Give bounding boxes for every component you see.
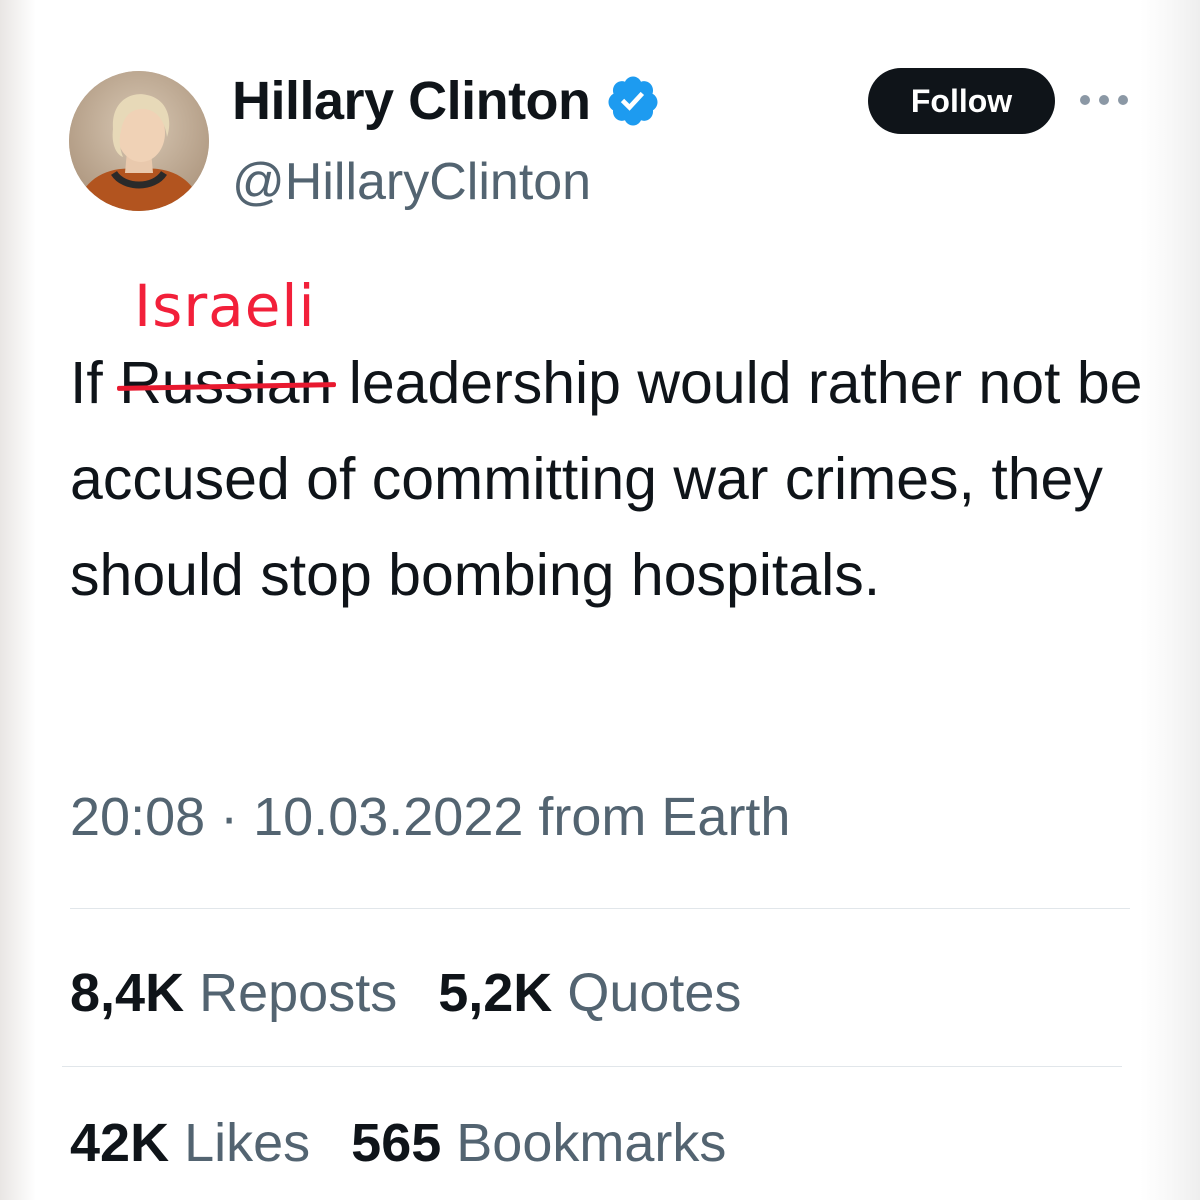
left-edge-shadow [0, 0, 36, 1200]
quotes-count: 5,2K [438, 963, 553, 1023]
tweet-text-before: If [70, 350, 120, 416]
author-display-name[interactable]: Hillary Clinton [232, 70, 661, 132]
tweet-timestamp[interactable]: 20:08 · 10.03.2022 from Earth [70, 786, 790, 848]
bookmarks-count: 565 [351, 1113, 442, 1173]
dot [1099, 95, 1109, 105]
follow-button[interactable]: Follow [868, 68, 1055, 134]
bookmarks-stat[interactable]: 565 Bookmarks [351, 1113, 752, 1173]
dot [1118, 95, 1128, 105]
engagement-row-reposts-quotes: 8,4K Reposts 5,2K Quotes [70, 962, 767, 1024]
verified-badge-icon [608, 76, 658, 126]
tweet-text: If Russian leadership would rather not b… [70, 335, 1150, 623]
engagement-row-likes-bookmarks: 42K Likes 565 Bookmarks [70, 1112, 752, 1174]
reposts-count: 8,4K [70, 963, 185, 1023]
divider [70, 908, 1130, 909]
reposts-stat[interactable]: 8,4K Reposts [70, 963, 423, 1023]
author-name-text[interactable]: Hillary Clinton [232, 70, 591, 132]
likes-stat[interactable]: 42K Likes [70, 1113, 336, 1173]
struck-through-word: Russian [117, 335, 337, 431]
quotes-stat[interactable]: 5,2K Quotes [438, 963, 767, 1023]
likes-label: Likes [184, 1113, 311, 1173]
bookmarks-label: Bookmarks [456, 1113, 727, 1173]
likes-count: 42K [70, 1113, 170, 1173]
avatar[interactable] [69, 71, 209, 211]
avatar-photo-icon [69, 71, 209, 211]
divider [62, 1066, 1122, 1067]
handwritten-replacement-word: Israeli [134, 272, 316, 340]
dot [1080, 95, 1090, 105]
reposts-label: Reposts [199, 963, 398, 1023]
quotes-label: Quotes [567, 963, 742, 1023]
tweet-screenshot: Hillary Clinton @HillaryClinton Follow I… [0, 0, 1200, 1200]
more-options-icon[interactable] [1080, 88, 1128, 112]
author-handle[interactable]: @HillaryClinton [232, 152, 591, 212]
